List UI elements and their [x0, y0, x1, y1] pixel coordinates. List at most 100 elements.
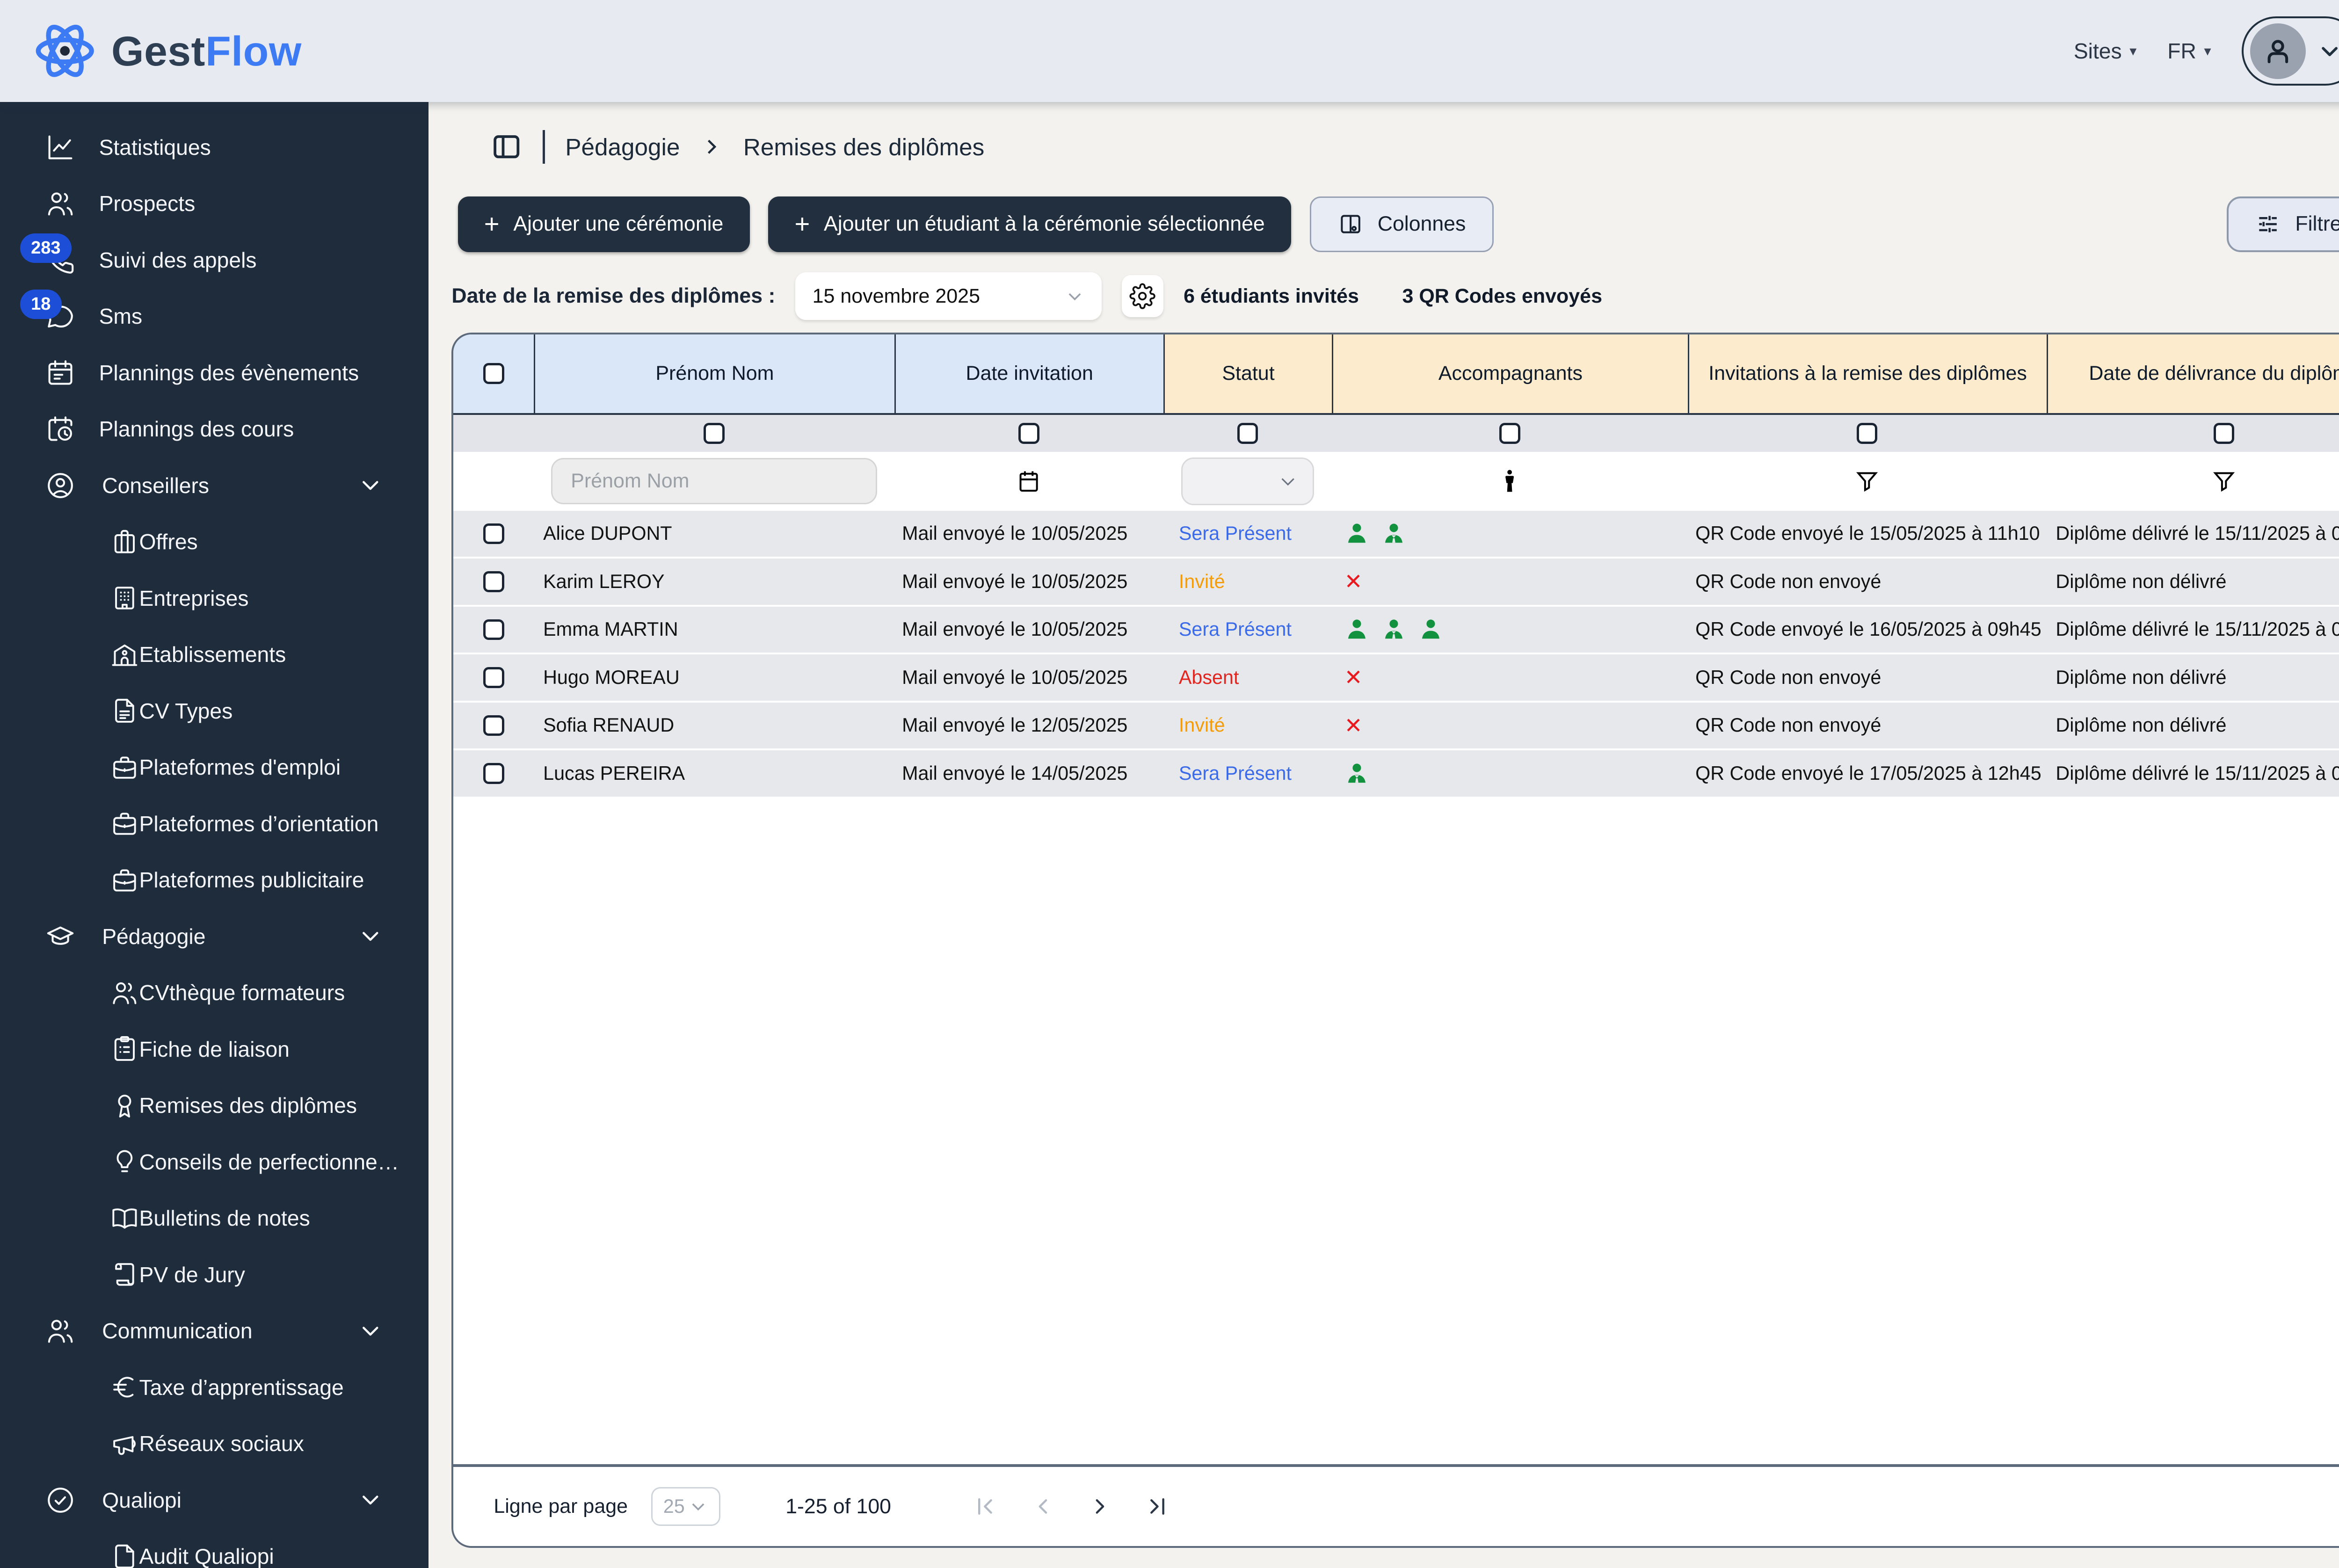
student-name: Alice DUPONT [543, 523, 672, 544]
row-checkbox[interactable] [483, 715, 504, 736]
student-row[interactable]: Sofia RENAUD Mail envoyé le 12/05/2025 I… [453, 702, 2339, 751]
column-checkbox-accompagnants[interactable] [1499, 423, 1520, 444]
person-filter-icon[interactable] [1496, 468, 1523, 494]
sidebar-item-offres[interactable]: Offres [0, 514, 429, 570]
language-dropdown[interactable]: FR ▾ [2167, 38, 2211, 64]
rows-per-page-select[interactable]: 25 [651, 1487, 721, 1526]
caret-down-icon: ▾ [2204, 43, 2211, 59]
sidebar-item-plateformes-publicitaire[interactable]: Plateformes publicitaire [0, 852, 429, 908]
student-name: Karim LEROY [543, 570, 665, 592]
sidebar-item-sms[interactable]: 18 Sms [0, 288, 429, 345]
gear-icon [1129, 283, 1156, 309]
ceremony-date-select[interactable]: 15 novembre 2025 [795, 272, 1102, 320]
sidebar-item-fiche-de-liaison[interactable]: Fiche de liaison [0, 1021, 429, 1078]
invitation-date: Mail envoyé le 12/05/2025 [902, 714, 1128, 736]
breadcrumb: Pédagogie Remises des diplômes [490, 130, 984, 164]
sidebar-toggle-icon[interactable] [490, 131, 523, 163]
sidebar-section-pedagogie[interactable]: Pédagogie [0, 908, 429, 965]
sidebar-item-suivi-des-appels[interactable]: 283 Suivi des appels [0, 232, 429, 289]
row-checkbox[interactable] [483, 763, 504, 784]
sidebar-item-entreprises[interactable]: Entreprises [0, 570, 429, 627]
last-page-button[interactable] [1145, 1494, 1170, 1519]
funnel-filter-icon[interactable] [2211, 468, 2237, 494]
sidebar-item-pv-de-jury[interactable]: PV de Jury [0, 1247, 429, 1303]
previous-page-button[interactable] [1031, 1494, 1055, 1519]
sidebar-item-statistiques[interactable]: Statistiques [0, 119, 429, 176]
calendar-filter-icon[interactable] [1016, 468, 1042, 494]
sidebar-section-qualiopi[interactable]: Qualiopi [0, 1472, 429, 1529]
diploma-delivery-status: Diplôme non délivré [2056, 570, 2227, 592]
student-name: Sofia RENAUD [543, 714, 675, 736]
student-name: Emma MARTIN [543, 618, 678, 640]
diploma-delivery-status: Diplôme délivré le 15/11/2025 à 09h07 [2056, 762, 2339, 784]
table-header-row: Prénom Nom Date invitation Statut Accomp… [453, 334, 2339, 415]
invitation-date: Mail envoyé le 10/05/2025 [902, 618, 1128, 640]
column-header-invitation[interactable]: Date invitation [894, 334, 1163, 415]
student-row[interactable]: Alice DUPONT Mail envoyé le 10/05/2025 S… [453, 510, 2339, 559]
student-row[interactable]: Hugo MOREAU Mail envoyé le 10/05/2025 Ab… [453, 654, 2339, 703]
student-row[interactable]: Lucas PEREIRA Mail envoyé le 14/05/2025 … [453, 750, 2339, 799]
student-row[interactable]: Emma MARTIN Mail envoyé le 10/05/2025 Se… [453, 606, 2339, 655]
status-text: Absent [1178, 666, 1239, 688]
column-checkbox-invitation[interactable] [1018, 423, 1039, 444]
row-checkbox[interactable] [483, 571, 504, 592]
sidebar-item-plannings-evenements[interactable]: Plannings des évènements [0, 345, 429, 401]
pagination-range: 1-25 of 100 [785, 1495, 891, 1518]
sidebar-section-communication[interactable]: Communication [0, 1303, 429, 1359]
diploma-delivery-status: Diplôme délivré le 15/11/2025 à 09h07 [2056, 523, 2339, 544]
chevron-down-icon [359, 1320, 382, 1343]
sidebar-item-conseils-de-perfectionnement[interactable]: Conseils de perfectionne… [0, 1134, 429, 1191]
column-checkbox-name[interactable] [704, 423, 725, 444]
status-filter-select[interactable] [1181, 457, 1315, 506]
sidebar-item-plannings-cours[interactable]: Plannings des cours [0, 401, 429, 457]
ceremony-settings-button[interactable] [1121, 275, 1164, 317]
sidebar-item-etablissements[interactable]: Etablissements [0, 626, 429, 683]
column-header-name[interactable]: Prénom Nom [534, 334, 894, 415]
column-checkbox-invitations-qr[interactable] [1856, 423, 1878, 444]
atom-logo-icon [36, 25, 94, 77]
column-header-statut[interactable]: Statut [1163, 334, 1332, 415]
name-filter-input[interactable] [551, 458, 878, 505]
breadcrumb-divider [543, 130, 545, 164]
qr-invitation-status: QR Code envoyé le 17/05/2025 à 12h45 [1695, 762, 2041, 784]
sidebar-item-cv-types[interactable]: CV Types [0, 683, 429, 740]
companions-cell: ✕ [1332, 559, 1687, 604]
next-page-button[interactable] [1088, 1494, 1112, 1519]
sidebar-item-reseaux-sociaux[interactable]: Réseaux sociaux [0, 1416, 429, 1472]
brand-name: GestFlow [111, 27, 302, 74]
funnel-filter-icon[interactable] [1854, 468, 1880, 494]
sidebar-item-taxe-apprentissage[interactable]: Taxe d’apprentissage [0, 1359, 429, 1416]
column-header-accompagnants[interactable]: Accompagnants [1332, 334, 1688, 415]
sidebar-item-cvtheque-formateurs[interactable]: CVthèque formateurs [0, 965, 429, 1021]
sidebar-item-prospects[interactable]: Prospects [0, 175, 429, 232]
user-menu[interactable] [2242, 16, 2339, 86]
sidebar-item-bulletins-de-notes[interactable]: Bulletins de notes [0, 1190, 429, 1247]
users-icon [45, 188, 76, 219]
sidebar-item-plateformes-orientation[interactable]: Plateformes d’orientation [0, 796, 429, 852]
row-checkbox[interactable] [483, 523, 504, 544]
sidebar-item-audit-qualiopi[interactable]: Audit Qualiopi [0, 1528, 429, 1568]
sidebar-nav: Statistiques Prospects 283 Suivi des app… [0, 102, 429, 1568]
table-empty-area [453, 798, 2339, 1465]
row-checkbox[interactable] [483, 667, 504, 688]
sidebar-section-conseillers[interactable]: Conseillers [0, 457, 429, 514]
sites-dropdown[interactable]: Sites ▾ [2074, 38, 2136, 64]
select-all-checkbox[interactable] [483, 363, 504, 385]
row-checkbox[interactable] [483, 619, 504, 640]
add-student-button[interactable]: + Ajouter un étudiant à la cérémonie séle… [768, 196, 1291, 252]
breadcrumb-parent[interactable]: Pédagogie [565, 133, 680, 161]
filters-button[interactable]: Filtres [2227, 196, 2339, 252]
first-page-button[interactable] [973, 1494, 998, 1519]
sidebar-item-remises-des-diplomes[interactable]: Remises des diplômes [0, 1077, 429, 1134]
gestflow-app: GestFlow Sites ▾ FR ▾ Statistiques Prospec… [0, 0, 2339, 1568]
column-header-delivrance[interactable]: Date de délivrance du diplôme [2046, 334, 2339, 415]
columns-button[interactable]: Colonnes [1309, 196, 1494, 252]
column-checkbox-delivrance[interactable] [2213, 423, 2235, 444]
sidebar-item-plateformes-emploi[interactable]: Plateformes d'emploi [0, 739, 429, 796]
column-checkbox-statut[interactable] [1237, 423, 1258, 444]
add-ceremony-button[interactable]: + Ajouter une cérémonie [458, 196, 750, 252]
scroll-icon [110, 1260, 139, 1289]
student-row[interactable]: Karim LEROY Mail envoyé le 10/05/2025 In… [453, 559, 2339, 607]
users-icon [110, 978, 139, 1008]
column-header-invitations-qr[interactable]: Invitations à la remise des diplômes [1687, 334, 2047, 415]
